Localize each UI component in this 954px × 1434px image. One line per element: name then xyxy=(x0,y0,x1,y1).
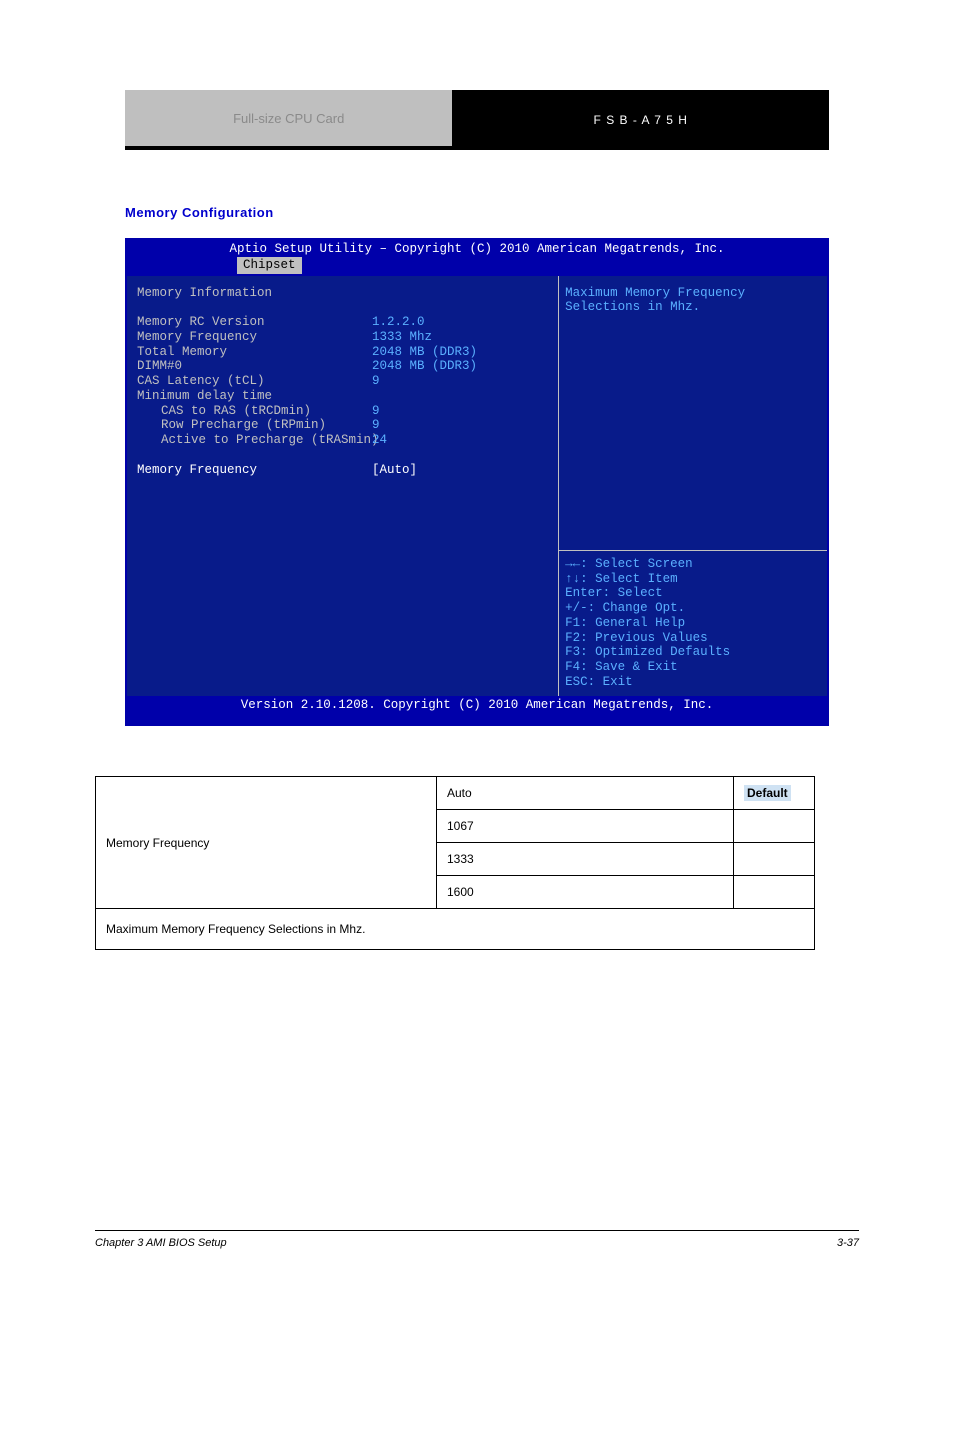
bios-setting-memory-frequency[interactable]: Memory Frequency[Auto] xyxy=(137,463,552,478)
page-header: Full-size CPU Card F S B - A 7 5 H xyxy=(125,90,829,150)
bios-key-hint: F1: General Help xyxy=(565,616,821,631)
bios-row: Minimum delay time xyxy=(137,389,552,404)
footer-chapter: Chapter 3 AMI BIOS Setup xyxy=(95,1237,227,1249)
bios-footer: Version 2.10.1208. Copyright (C) 2010 Am… xyxy=(127,696,827,725)
setting-description: Maximum Memory Frequency Selections in M… xyxy=(96,909,815,950)
bios-row: Memory Frequency1333 Mhz xyxy=(137,330,552,345)
bios-row: CAS to RAS (tRCDmin)9 xyxy=(137,404,552,419)
bios-title: Aptio Setup Utility – Copyright (C) 2010… xyxy=(127,240,827,257)
bios-help-line: Maximum Memory Frequency xyxy=(565,286,821,301)
bios-key-hint: F2: Previous Values xyxy=(565,631,821,646)
default-cell xyxy=(734,876,815,909)
bios-row: Memory RC Version1.2.2.0 xyxy=(137,315,552,330)
bios-heading: Memory Information xyxy=(137,286,552,301)
bios-key-hint: Enter: Select xyxy=(565,586,821,601)
bios-tab-row: Chipset xyxy=(127,257,827,276)
header-model: F S B - A 7 5 H xyxy=(452,90,829,150)
option-cell: 1600 xyxy=(437,876,734,909)
bios-key-hint: F3: Optimized Defaults xyxy=(565,645,821,660)
bios-key-hint: ↑↓: Select Item xyxy=(565,572,821,587)
bios-row: CAS Latency (tCL)9 xyxy=(137,374,552,389)
default-cell xyxy=(734,810,815,843)
option-cell: 1067 xyxy=(437,810,734,843)
page-footer: Chapter 3 AMI BIOS Setup 3-37 xyxy=(95,1230,859,1249)
bios-key-hint: ESC: Exit xyxy=(565,675,821,690)
bios-left-pane: Memory Information Memory RC Version1.2.… xyxy=(127,276,559,696)
bios-key-hint: →←: Select Screen xyxy=(565,557,821,572)
footer-page-number: 3-37 xyxy=(837,1237,859,1249)
bios-row: Total Memory2048 MB (DDR3) xyxy=(137,345,552,360)
bios-row: Row Precharge (tRPmin)9 xyxy=(137,418,552,433)
bios-key-hint: F4: Save & Exit xyxy=(565,660,821,675)
bios-row: Active to Precharge (tRASmin)24 xyxy=(137,433,552,448)
default-cell: Default xyxy=(734,777,815,810)
option-cell: Auto xyxy=(437,777,734,810)
bios-tab-chipset[interactable]: Chipset xyxy=(237,257,302,274)
header-card-name: Full-size CPU Card xyxy=(125,90,452,150)
options-table: Memory Frequency Auto Default 1067 1333 … xyxy=(95,776,815,950)
bios-key-hint: +/-: Change Opt. xyxy=(565,601,821,616)
bios-right-pane: Maximum Memory Frequency Selections in M… xyxy=(559,276,827,696)
setting-name-cell: Memory Frequency xyxy=(96,777,437,909)
option-cell: 1333 xyxy=(437,843,734,876)
bios-help-line: Selections in Mhz. xyxy=(565,300,821,315)
default-cell xyxy=(734,843,815,876)
bios-screenshot: Aptio Setup Utility – Copyright (C) 2010… xyxy=(125,238,829,726)
section-title: Memory Configuration xyxy=(125,205,829,220)
bios-row: DIMM#02048 MB (DDR3) xyxy=(137,359,552,374)
